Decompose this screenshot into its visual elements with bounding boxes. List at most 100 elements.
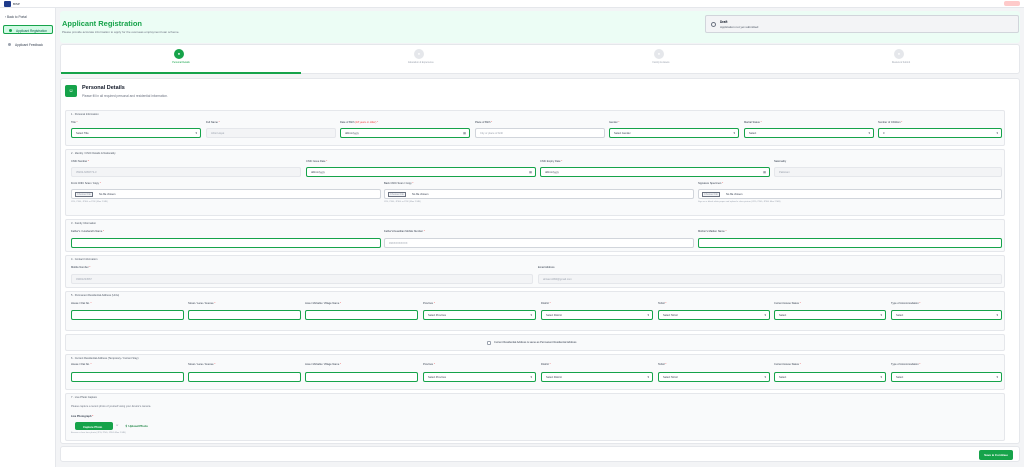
section-personal-info: 1 · Personal Information Title * Select …: [65, 110, 1005, 146]
section-title: 2 · Identity / CNIC Details & Nationalit…: [71, 152, 116, 155]
section-title: 5 · Permanent Residential Address (Urdu): [71, 294, 120, 297]
mobile-label: Mobile Number *: [71, 266, 91, 269]
expiry-date-input[interactable]: dd/mm/yyyy ▦: [540, 167, 770, 177]
check-icon: ●: [894, 49, 904, 59]
accommodation-select[interactable]: Select ▾: [891, 310, 1002, 320]
section-family: 3 · Family Information Father's / Husban…: [65, 219, 1005, 252]
gender-select[interactable]: Select Gender ▾: [609, 128, 739, 138]
same-address-checkbox[interactable]: [487, 341, 491, 345]
mother-input[interactable]: [698, 238, 1002, 248]
accommodation-label: Type of Accommodation *: [891, 302, 921, 305]
nationality-label: Nationality: [774, 160, 787, 163]
current-house-input[interactable]: [71, 372, 184, 382]
father-mobile-input[interactable]: 03XXXXXXXXX: [384, 238, 694, 248]
calendar-icon[interactable]: ▦: [763, 170, 766, 174]
status-card: Draft Application not yet submitted: [705, 15, 1019, 33]
sidebar: ‹ Back to Portal Applicant Registration …: [0, 8, 56, 467]
same-address-row: Current Residential Address is same as P…: [65, 334, 1005, 351]
street-input[interactable]: [188, 310, 301, 320]
title-label: Title *: [71, 121, 78, 124]
calendar-icon[interactable]: ▦: [529, 170, 532, 174]
street-label: Street / Lane / Avenue *: [188, 363, 216, 366]
nationality-input: Pakistani: [774, 167, 1002, 177]
current-street-input[interactable]: [188, 372, 301, 382]
house-input[interactable]: [71, 310, 184, 320]
marital-select[interactable]: Select ▾: [744, 128, 874, 138]
sidebar-item-feedback[interactable]: Applicant Feedback: [3, 40, 53, 49]
app-name: BISP: [13, 2, 20, 6]
person-icon: ●: [174, 49, 184, 59]
cnic-input[interactable]: 35202-6283772-3: [71, 167, 301, 177]
street-label: Street / Lane / Avenue *: [188, 302, 216, 305]
current-house-status-select[interactable]: Select ▾: [774, 372, 886, 382]
info-icon: [711, 22, 716, 27]
section-title: 3 · Family Information: [71, 222, 97, 225]
current-district-select[interactable]: Select District ▾: [541, 372, 653, 382]
cnic-label: CNIC Number *: [71, 160, 90, 163]
save-continue-button[interactable]: Save & Continue: [979, 450, 1013, 460]
marital-label: Marital Status *: [744, 121, 762, 124]
email-input[interactable]: ahtsam1993@gmail.com: [538, 274, 1002, 284]
expiry-label: CNIC Expiry Date *: [540, 160, 563, 163]
calendar-icon[interactable]: ▦: [463, 131, 466, 135]
sidebar-item-label: Applicant Registration: [16, 29, 48, 33]
dob-label: Date of Birth (18 years or older) *: [340, 121, 379, 124]
section-permanent-address: 5 · Permanent Residential Address (Urdu)…: [65, 291, 1005, 331]
gender-label: Gender *: [609, 121, 620, 124]
section-title: 1 · Personal Information: [71, 113, 99, 116]
pob-input[interactable]: City or place of birth: [475, 128, 605, 138]
or-separator: or: [116, 424, 119, 427]
step-4[interactable]: ● Review & Submit: [781, 45, 1021, 74]
card-subtitle: Please fill in all required personal and…: [82, 94, 168, 98]
signature-label: Signature Specimen *: [698, 182, 724, 185]
area-input[interactable]: [305, 310, 418, 320]
back-link[interactable]: ‹ Back to Portal: [5, 15, 27, 19]
dob-input[interactable]: dd/mm/yyyy ▦: [340, 128, 470, 138]
current-accommodation-select[interactable]: Select ▾: [891, 372, 1002, 382]
signature-upload[interactable]: Choose File No file chosen: [698, 189, 1002, 199]
current-area-input[interactable]: [305, 372, 418, 382]
logout-button[interactable]: [1004, 1, 1020, 6]
current-tehsil-select[interactable]: Select Tehsil ▾: [658, 372, 770, 382]
fullname-input[interactable]: Ahtsi Hayat: [206, 128, 336, 138]
back-cnic-label: Back CNIC Scan / Copy *: [384, 182, 414, 185]
province-label: Province *: [423, 363, 435, 366]
mobile-input[interactable]: 03001234567: [71, 274, 533, 284]
page-subtitle: Please provide accurate information to a…: [62, 30, 180, 34]
section-title: 7 · Live Photo Capture: [71, 396, 97, 399]
back-cnic-upload[interactable]: Choose File No file chosen: [384, 189, 694, 199]
step-3[interactable]: ● Family & Assets: [541, 45, 781, 74]
house-status-select[interactable]: Select ▾: [774, 310, 886, 320]
step-label: Family & Assets: [652, 61, 670, 64]
step-2[interactable]: ● Education & Experience: [301, 45, 541, 74]
issue-label: CNIC Issue Date *: [306, 160, 328, 163]
same-address-label[interactable]: Current Residential Address is same as P…: [494, 341, 576, 344]
title-select[interactable]: Select Title ▾: [71, 128, 201, 138]
logo: [4, 1, 11, 7]
area-label: Area / Mohalla / Village Name *: [305, 302, 342, 305]
step-1[interactable]: ● Personal Details: [61, 45, 301, 74]
district-select[interactable]: Select District ▾: [541, 310, 653, 320]
tehsil-label: Tehsil *: [658, 363, 667, 366]
district-label: District *: [541, 363, 551, 366]
education-icon: ●: [414, 49, 424, 59]
capture-photo-button[interactable]: Capture Photo: [75, 422, 113, 430]
step-label: Review & Submit: [891, 61, 911, 64]
issue-date-input[interactable]: dd/mm/yyyy ▦: [306, 167, 536, 177]
form-footer: Save & Continue: [60, 446, 1020, 462]
feedback-icon: [8, 43, 11, 46]
person-icon: ☺: [65, 85, 77, 97]
step-label: Personal Details: [172, 61, 190, 64]
children-select[interactable]: 0 ▾: [878, 128, 1002, 138]
section-title: 4 · Contact Information: [71, 258, 98, 261]
front-cnic-upload[interactable]: Choose File No file chosen: [71, 189, 381, 199]
province-select[interactable]: Select Province ▾: [423, 310, 536, 320]
current-province-select[interactable]: Select Province ▾: [423, 372, 536, 382]
upload-photo-button[interactable]: ⇪ Upload Photo: [125, 424, 148, 428]
page-header: Applicant Registration Please provide ac…: [60, 11, 1020, 43]
sidebar-item-label: Applicant Feedback: [15, 43, 43, 47]
section-identity: 2 · Identity / CNIC Details & Nationalit…: [65, 149, 1005, 216]
sidebar-item-registration[interactable]: Applicant Registration: [3, 25, 53, 34]
father-input[interactable]: [71, 238, 381, 248]
tehsil-select[interactable]: Select Tehsil ▾: [658, 310, 770, 320]
